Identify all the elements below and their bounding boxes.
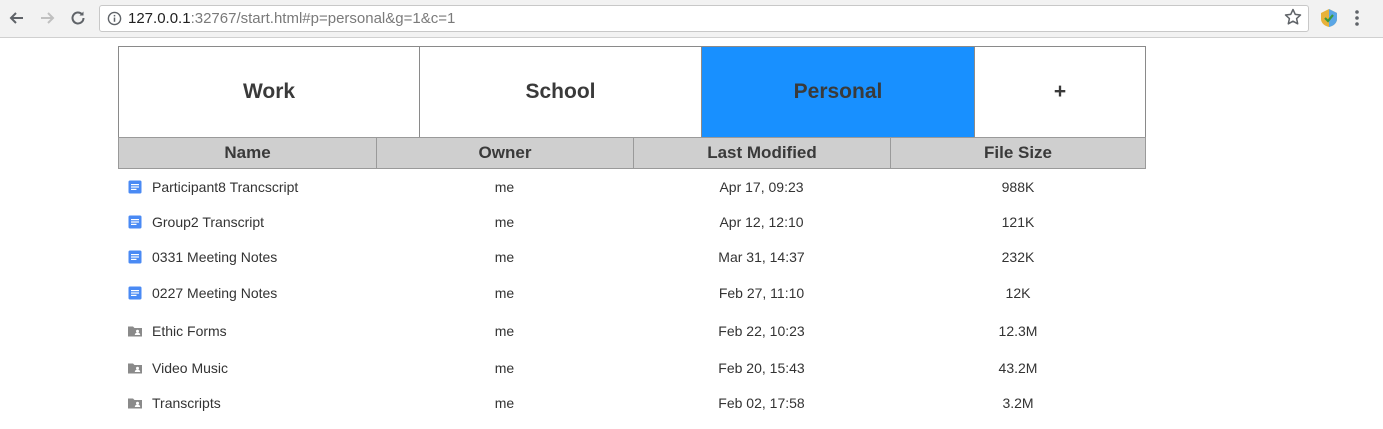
more-menu-icon[interactable]: [1349, 7, 1365, 29]
name-cell: Video Music: [118, 360, 376, 376]
table-row[interactable]: Group2 Transcript me Apr 12, 12:10 121K: [118, 204, 1146, 239]
size-cell: 12.3M: [998, 323, 1038, 339]
modified-cell: Apr 17, 09:23: [719, 178, 804, 195]
owner-cell: me: [494, 323, 515, 339]
doc-icon: [128, 286, 142, 300]
back-button[interactable]: [5, 6, 29, 30]
table-row[interactable]: 0331 Meeting Notes me Mar 31, 14:37 232K: [118, 239, 1146, 274]
modified-cell: Feb 02, 17:58: [718, 395, 805, 411]
modified-cell: Feb 20, 15:43: [718, 359, 805, 376]
forward-arrow-icon: [41, 12, 55, 24]
modified-cell: Feb 27, 11:10: [718, 285, 805, 301]
owner-cell: me: [494, 248, 515, 265]
address-bar[interactable]: 127.0.0.1:32767/start.html#p=personal&g=…: [99, 5, 1309, 32]
bookmark-star-icon[interactable]: [1283, 7, 1303, 27]
forward-button[interactable]: [35, 6, 59, 30]
column-header-file-size[interactable]: File Size: [891, 138, 1145, 168]
group-tabs: Work School Personal +: [118, 46, 1146, 138]
reload-button[interactable]: [66, 6, 90, 30]
table-row[interactable]: Participant8 Trancscript me Apr 17, 09:2…: [118, 169, 1146, 204]
url-host: 127.0.0.1: [128, 10, 191, 27]
modified-cell: Feb 22, 10:23: [718, 323, 805, 339]
owner-cell: me: [494, 395, 515, 411]
reload-icon: [71, 11, 85, 25]
modified-cell: Apr 12, 12:10: [719, 213, 804, 230]
file-name: Ethic Forms: [152, 323, 227, 339]
file-name: Participant8 Trancscript: [152, 178, 299, 195]
browser-toolbar: 127.0.0.1:32767/start.html#p=personal&g=…: [0, 0, 1383, 38]
shared-folder-icon: [128, 363, 142, 373]
table-row[interactable]: Transcripts me Feb 02, 17:58 3.2M: [118, 385, 1146, 421]
file-name: 0331 Meeting Notes: [152, 248, 278, 265]
name-cell: Participant8 Trancscript: [118, 179, 376, 195]
back-arrow-icon: [9, 12, 23, 24]
name-cell: Transcripts: [118, 395, 376, 411]
info-icon[interactable]: [107, 11, 122, 26]
size-cell: 3.2M: [1002, 395, 1034, 411]
size-cell: 988K: [1001, 178, 1035, 195]
name-cell: Ethic Forms: [118, 323, 376, 339]
shared-folder-icon: [128, 398, 142, 409]
owner-cell: me: [494, 213, 515, 230]
doc-icon: [128, 215, 142, 228]
size-cell: 121K: [1001, 213, 1035, 230]
table-row[interactable]: 0227 Meeting Notes me Feb 27, 11:10 12K: [118, 274, 1146, 312]
size-cell: 12K: [1005, 285, 1031, 301]
tab-school[interactable]: School: [420, 47, 702, 137]
file-name: Group2 Transcript: [152, 213, 265, 230]
owner-cell: me: [494, 178, 515, 195]
tab-work[interactable]: Work: [119, 47, 420, 137]
column-header-name[interactable]: Name: [119, 138, 377, 168]
table-row[interactable]: Video Music me Feb 20, 15:43 43.2M: [118, 350, 1146, 385]
file-name: Video Music: [152, 359, 229, 376]
name-cell: Group2 Transcript: [118, 214, 376, 230]
file-name: Transcripts: [152, 395, 221, 411]
url-text: 127.0.0.1:32767/start.html#p=personal&g=…: [128, 6, 455, 31]
owner-cell: me: [494, 359, 515, 376]
table-row[interactable]: Ethic Forms me Feb 22, 10:23 12.3M: [118, 312, 1146, 350]
tab-add[interactable]: +: [975, 47, 1145, 137]
url-path: :32767/start.html#p=personal&g=1&c=1: [190, 10, 456, 27]
name-cell: 0331 Meeting Notes: [118, 249, 376, 265]
column-header-owner[interactable]: Owner: [377, 138, 634, 168]
file-name: 0227 Meeting Notes: [152, 285, 278, 301]
table-header: Name Owner Last Modified File Size: [118, 137, 1146, 169]
tab-personal[interactable]: Personal: [702, 47, 975, 137]
file-list: Participant8 Trancscript me Apr 17, 09:2…: [118, 169, 1146, 421]
shared-folder-icon: [128, 326, 142, 337]
owner-cell: me: [494, 285, 515, 301]
doc-icon: [128, 250, 142, 263]
modified-cell: Mar 31, 14:37: [718, 248, 805, 265]
doc-icon: [128, 180, 142, 193]
extension-icon[interactable]: [1318, 7, 1340, 29]
column-header-last-modified[interactable]: Last Modified: [634, 138, 891, 168]
name-cell: 0227 Meeting Notes: [118, 285, 376, 301]
size-cell: 232K: [1001, 248, 1035, 265]
size-cell: 43.2M: [998, 359, 1038, 376]
